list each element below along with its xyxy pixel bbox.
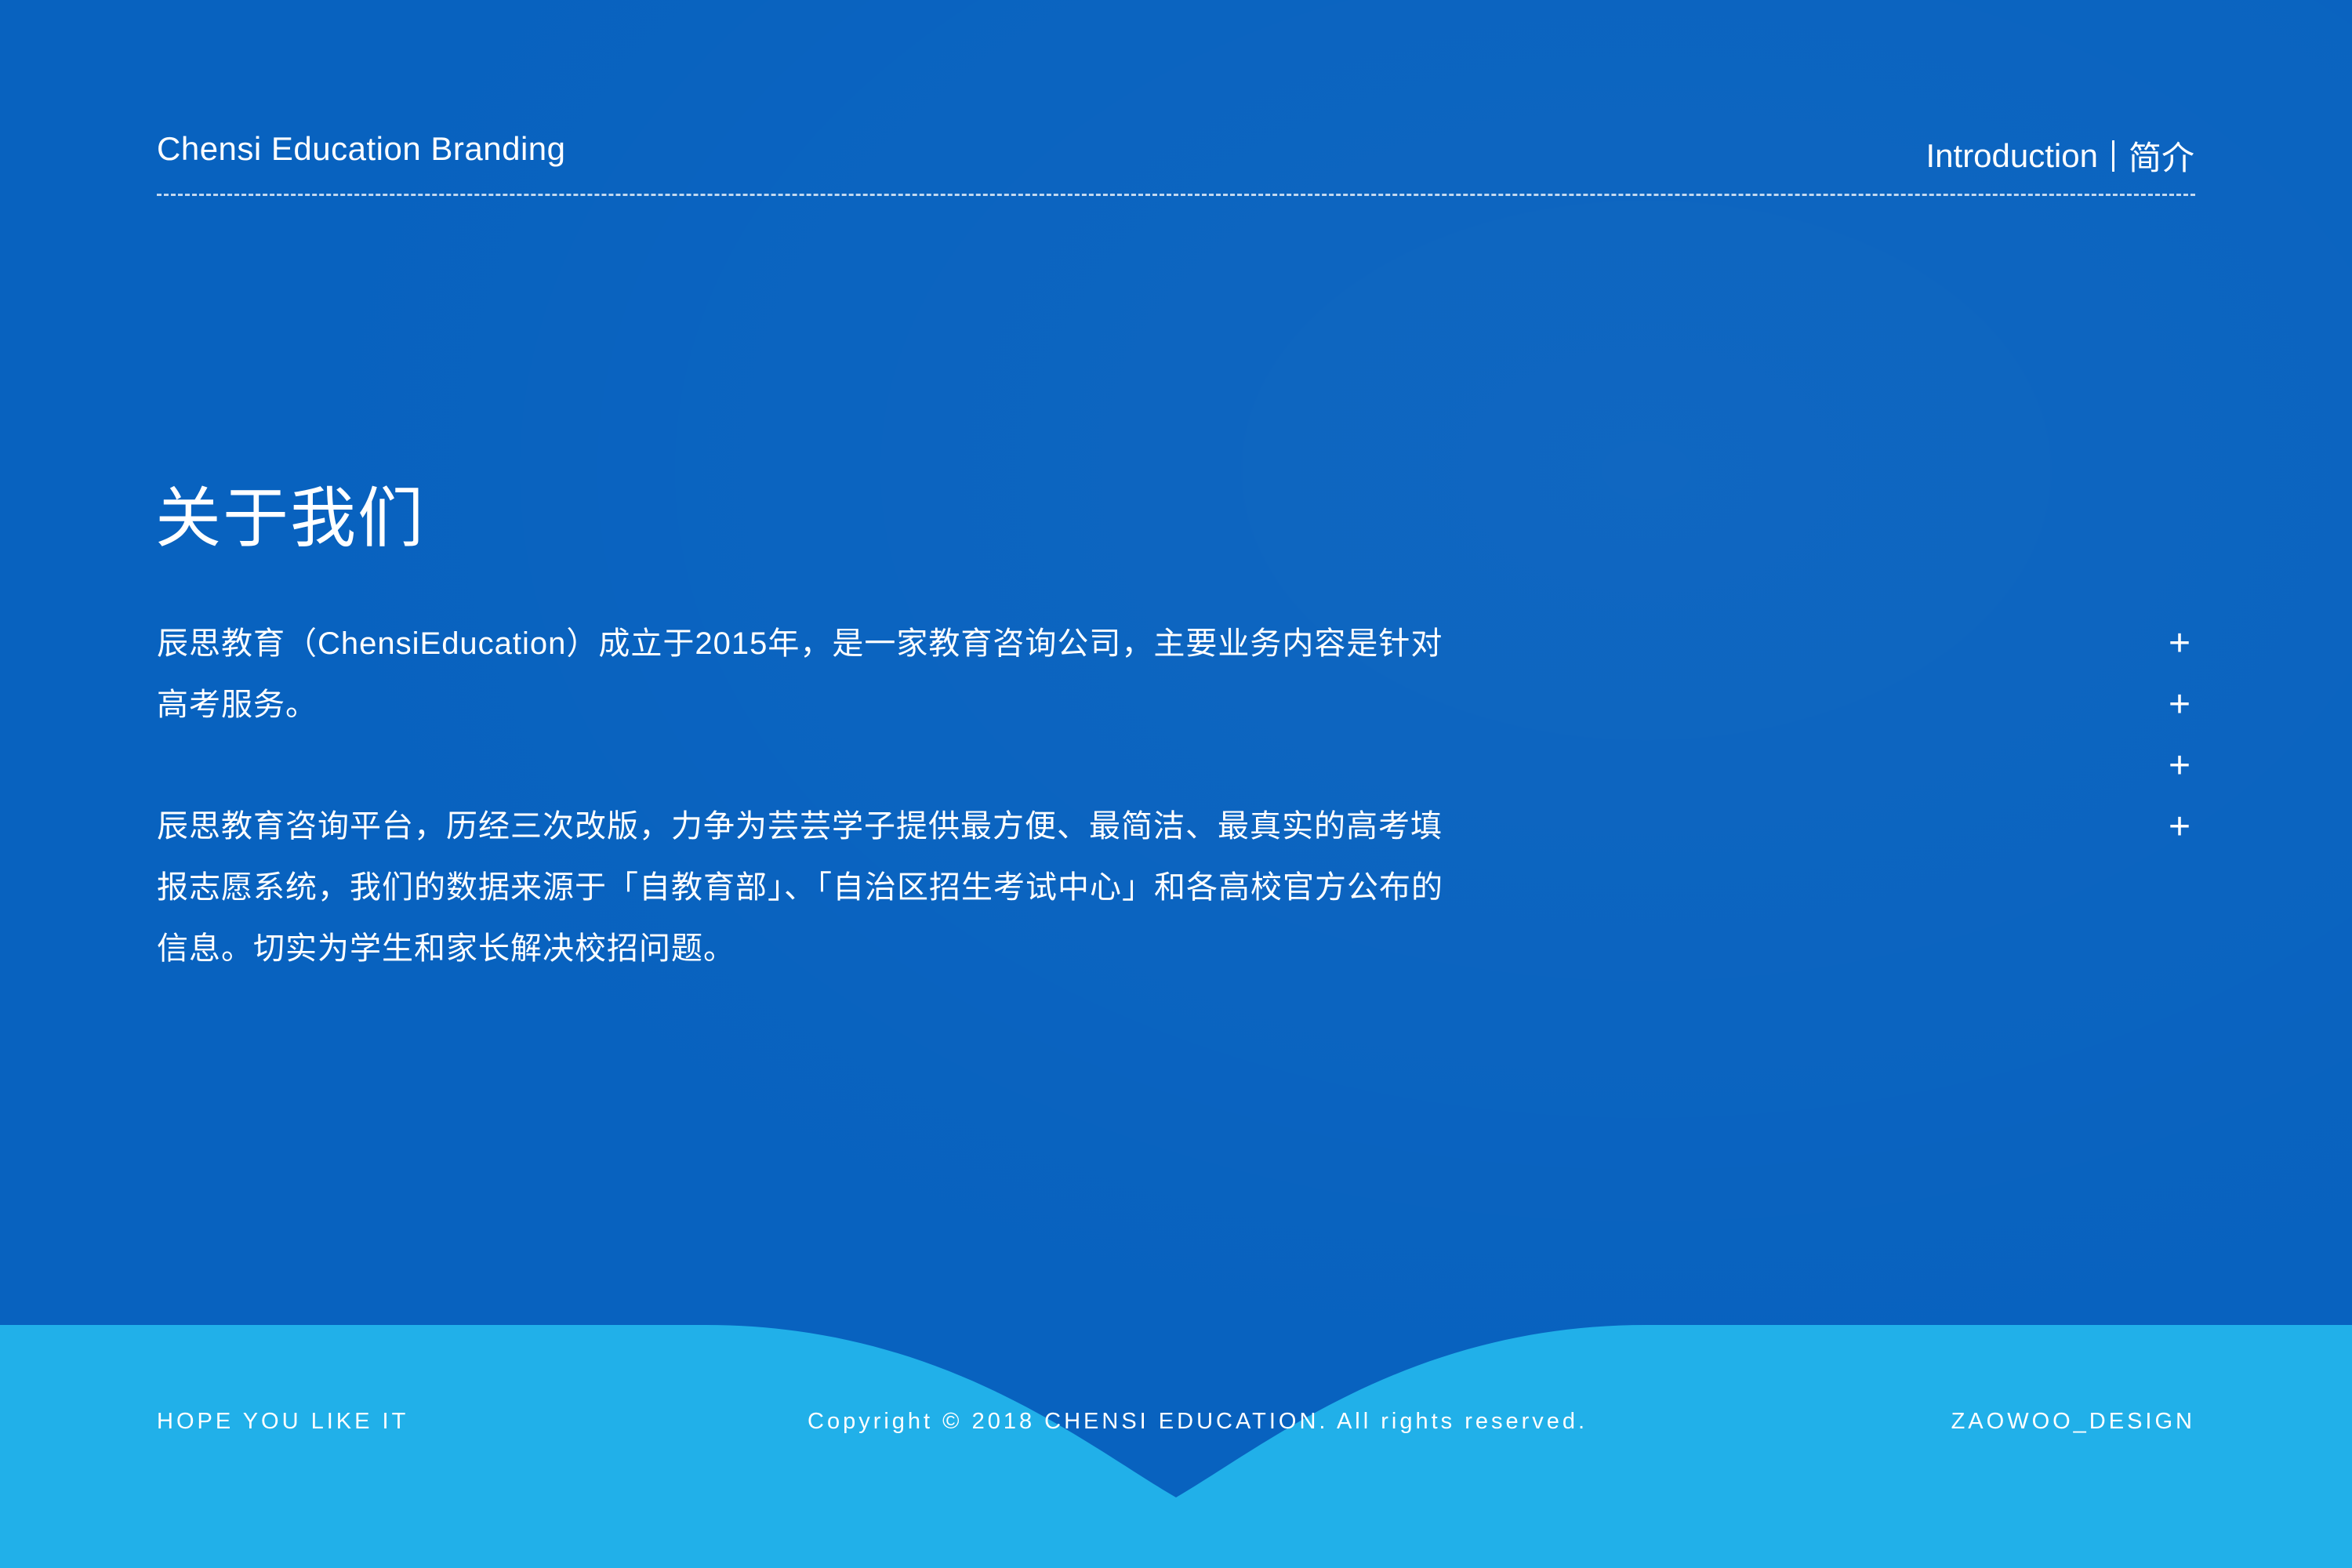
plus-icon: + [2168, 806, 2191, 848]
plus-icon: + [2168, 622, 2191, 664]
plus-marks: + + + + [2164, 625, 2195, 869]
plus-icon: + [2168, 684, 2191, 725]
footer-tagline: HOPE YOU LIKE IT [157, 1409, 409, 1434]
section-label-en: Introduction [1926, 136, 2098, 174]
plus-icon: + [2168, 745, 2191, 786]
intro-paragraph-2: 辰思教育咨询平台，历经三次改版，力争为芸芸学子提供最方便、最简洁、最真实的高考填… [157, 809, 1443, 966]
section-label-cn: 简介 [2128, 140, 2194, 176]
page-title: 关于我们 [155, 481, 426, 555]
footer-copyright: Copyright © 2018 CHENSI EDUCATION. All r… [808, 1409, 1588, 1434]
footer-credit: ZAOWOO_DESIGN [1951, 1409, 2195, 1434]
header-dashed-divider [157, 194, 2195, 196]
footer-wave-shape [0, 1325, 2352, 1568]
intro-paragraph-1: 辰思教育（ChensiEducation）成立于2015年，是一家教育咨询公司，… [157, 626, 1443, 722]
footer-wave [0, 1325, 2352, 1568]
section-label: Introduction 简介 [1926, 132, 2195, 180]
intro-page: Chensi Education Branding Introduction 简… [0, 0, 2352, 1568]
brand-title: Chensi Education Branding [157, 130, 566, 167]
section-label-divider [2111, 140, 2114, 172]
